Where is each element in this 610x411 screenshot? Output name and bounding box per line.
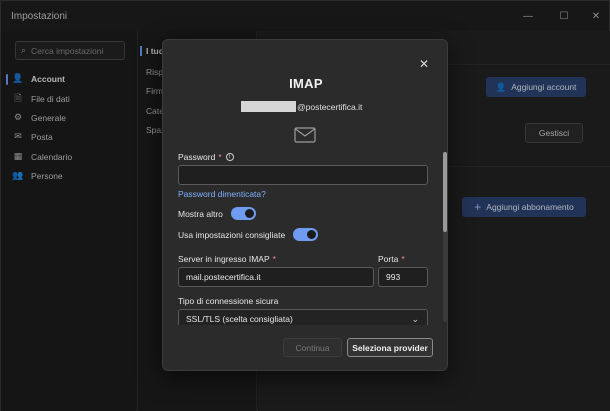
email-domain: @postecertifica.it: [297, 101, 363, 112]
recommended-settings-toggle[interactable]: [293, 228, 319, 241]
continue-button[interactable]: Continua: [283, 338, 342, 357]
password-label-text: Password: [178, 152, 216, 162]
envelope-icon: [294, 127, 316, 143]
recommended-settings-row: Usa impostazioni consigliate: [178, 228, 319, 241]
chevron-down-icon: ⌄: [411, 314, 419, 324]
imap-dialog: ✕ IMAP @postecertifica.it Password * i P…: [162, 39, 448, 371]
password-label: Password * i: [178, 152, 234, 162]
forgot-password-link[interactable]: Password dimenticata?: [178, 189, 266, 199]
scroll-thumb[interactable]: [443, 152, 447, 232]
redacted-email-name: [241, 101, 296, 112]
port-label-text: Porta: [378, 254, 399, 264]
security-type-value: SSL/TLS (scelta consigliata): [186, 314, 293, 324]
toggle-knob: [307, 230, 317, 239]
incoming-server-input[interactable]: mail.postecertifica.it: [178, 267, 374, 287]
dialog-form: Password * i Password dimenticata? Mostr…: [163, 150, 447, 325]
incoming-server-label: Server in ingresso IMAP *: [178, 254, 276, 264]
port-input[interactable]: 993: [378, 267, 428, 287]
security-type-label: Tipo di connessione sicura: [178, 296, 278, 306]
close-icon[interactable]: ✕: [417, 57, 431, 71]
required-mark: *: [272, 254, 276, 264]
security-type-label-text: Tipo di connessione sicura: [178, 296, 279, 306]
account-email: @postecertifica.it: [241, 101, 362, 112]
select-provider-button[interactable]: Seleziona provider: [347, 338, 433, 357]
show-more-label: Mostra altro: [178, 208, 223, 219]
info-icon[interactable]: i: [225, 153, 234, 161]
incoming-server-label-text: Server in ingresso IMAP: [178, 254, 270, 264]
port-label: Porta *: [378, 254, 405, 264]
toggle-knob: [244, 209, 254, 218]
dialog-title: IMAP: [289, 76, 323, 91]
dialog-scrollbar[interactable]: [443, 152, 447, 322]
password-field[interactable]: [178, 165, 428, 185]
recommended-settings-label: Usa impostazioni consigliate: [178, 229, 286, 240]
required-mark: *: [401, 254, 405, 264]
security-type-select[interactable]: SSL/TLS (scelta consigliata) ⌄: [178, 309, 428, 325]
show-more-row: Mostra altro: [178, 207, 256, 220]
dialog-footer: Continua Seleziona provider: [163, 326, 447, 370]
show-more-toggle[interactable]: [230, 207, 256, 220]
required-mark: *: [218, 152, 222, 162]
